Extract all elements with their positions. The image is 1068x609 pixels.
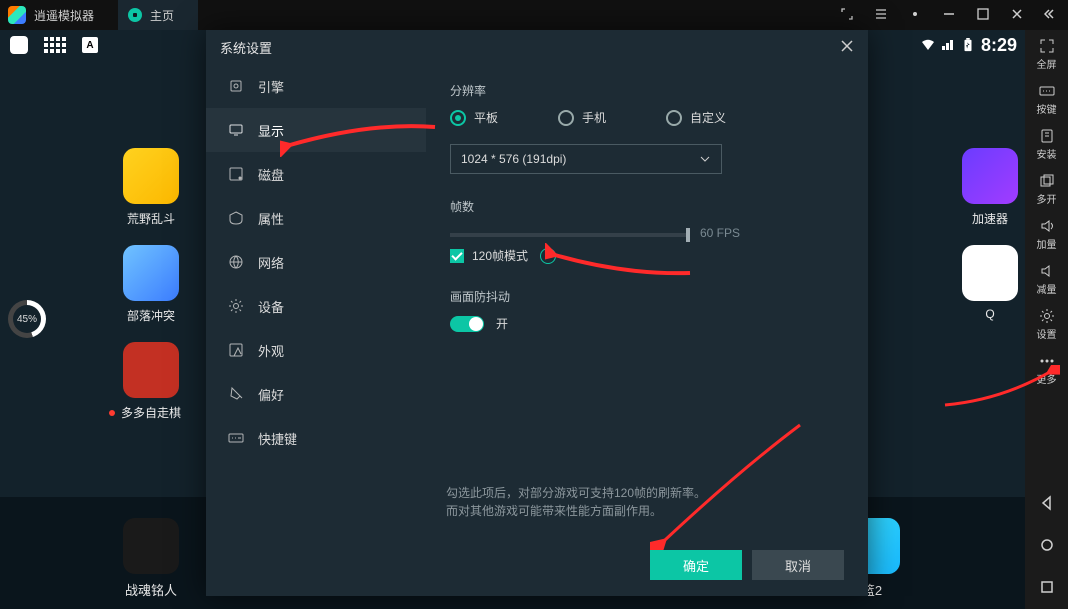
side-disk[interactable]: 磁盘 <box>206 152 426 196</box>
collapse-side-icon[interactable] <box>1044 7 1058 24</box>
app-brawl[interactable]: 荒野乱斗 <box>116 148 186 227</box>
rbtn-volup[interactable]: 加量 <box>1025 218 1068 251</box>
rbtn-keymap[interactable]: 按键 <box>1025 83 1068 116</box>
resolution-select[interactable]: 1024 * 576 (191dpi) <box>450 144 722 174</box>
fps-value: 60 FPS <box>700 226 740 240</box>
menu-icon[interactable] <box>874 7 888 24</box>
side-attr[interactable]: 属性 <box>206 196 426 240</box>
annotation-arrow <box>545 243 695 283</box>
nav-recent-icon[interactable] <box>1025 579 1068 595</box>
nav-home-icon[interactable] <box>1025 537 1068 553</box>
progress-ring[interactable]: 45% <box>8 300 46 338</box>
app-title: 逍遥模拟器 <box>34 7 94 24</box>
battery-icon <box>961 38 975 52</box>
nav-back-icon[interactable] <box>1025 495 1068 511</box>
resolution-label: 分辨率 <box>450 82 844 99</box>
rbtn-install[interactable]: 安装 <box>1025 128 1068 161</box>
resolution-radios: 平板 手机 自定义 <box>450 109 844 126</box>
chevron-down-icon <box>699 153 711 165</box>
ok-button[interactable]: 确定 <box>650 550 742 580</box>
app-accel[interactable]: 加速器 <box>955 148 1025 227</box>
rbtn-voldown[interactable]: 减量 <box>1025 263 1068 296</box>
dialog-header: 系统设置 <box>206 30 868 64</box>
radio-phone[interactable]: 手机 <box>558 109 606 126</box>
checkbox-icon <box>450 249 464 263</box>
rbtn-multi[interactable]: 多开 <box>1025 173 1068 206</box>
dialog-title: 系统设置 <box>220 38 272 57</box>
maximize-icon[interactable] <box>976 7 990 24</box>
cancel-button[interactable]: 取消 <box>752 550 844 580</box>
app-logo-icon <box>8 6 26 24</box>
annotation-arrow <box>650 420 810 550</box>
dialog-close-icon[interactable] <box>840 39 854 56</box>
radio-custom[interactable]: 自定义 <box>666 109 726 126</box>
tab-home[interactable]: 主页 <box>118 0 198 30</box>
wifi-icon <box>921 38 935 52</box>
corner-expand-icon[interactable] <box>840 7 854 24</box>
annotation-arrow <box>940 365 1060 415</box>
side-hotkey[interactable]: 快捷键 <box>206 416 426 460</box>
antishake-label: 画面防抖动 <box>450 288 844 305</box>
dock-app-left[interactable]: 战魂铭人 <box>116 518 186 599</box>
app-column-right: 加速器 Q <box>955 148 1025 321</box>
status-time: 8:29 <box>981 35 1017 56</box>
resolution-value: 1024 * 576 (191dpi) <box>461 152 566 166</box>
rbtn-fullscreen[interactable]: 全屏 <box>1025 38 1068 71</box>
side-device[interactable]: 设备 <box>206 284 426 328</box>
side-network[interactable]: 网络 <box>206 240 426 284</box>
radio-tablet[interactable]: 平板 <box>450 109 498 126</box>
close-icon[interactable] <box>1010 7 1024 24</box>
minimize-icon[interactable] <box>942 7 956 24</box>
pin-dot-icon[interactable] <box>908 7 922 24</box>
side-engine[interactable]: 引擎 <box>206 64 426 108</box>
antishake-state: 开 <box>496 315 508 332</box>
annotation-arrow <box>280 117 440 157</box>
right-toolbar: 全屏 按键 安装 多开 加量 减量 设置 更多 <box>1025 30 1068 609</box>
rbtn-settings[interactable]: 设置 <box>1025 308 1068 341</box>
signal-icon <box>941 38 955 52</box>
fps-slider[interactable] <box>450 233 690 237</box>
fps120-label: 120帧模式 <box>472 247 528 264</box>
side-pref[interactable]: 偏好 <box>206 372 426 416</box>
side-appearance[interactable]: 外观 <box>206 328 426 372</box>
title-bar: 逍遥模拟器 主页 <box>0 0 1068 30</box>
antishake-toggle[interactable] <box>450 316 484 332</box>
app-column-left: 荒野乱斗 部落冲突 多多自走棋 <box>116 148 208 421</box>
progress-value: 45% <box>17 314 37 325</box>
dialog-footer: 确定 取消 <box>206 550 868 596</box>
app-qq[interactable]: Q <box>955 245 1025 321</box>
app-clash[interactable]: 部落冲突 <box>116 245 186 324</box>
tab-label: 主页 <box>150 7 174 24</box>
tab-icon <box>128 8 142 22</box>
fps-label: 帧数 <box>450 198 844 215</box>
app-autochess[interactable]: 多多自走棋 <box>116 342 186 421</box>
window-controls <box>840 0 1068 30</box>
